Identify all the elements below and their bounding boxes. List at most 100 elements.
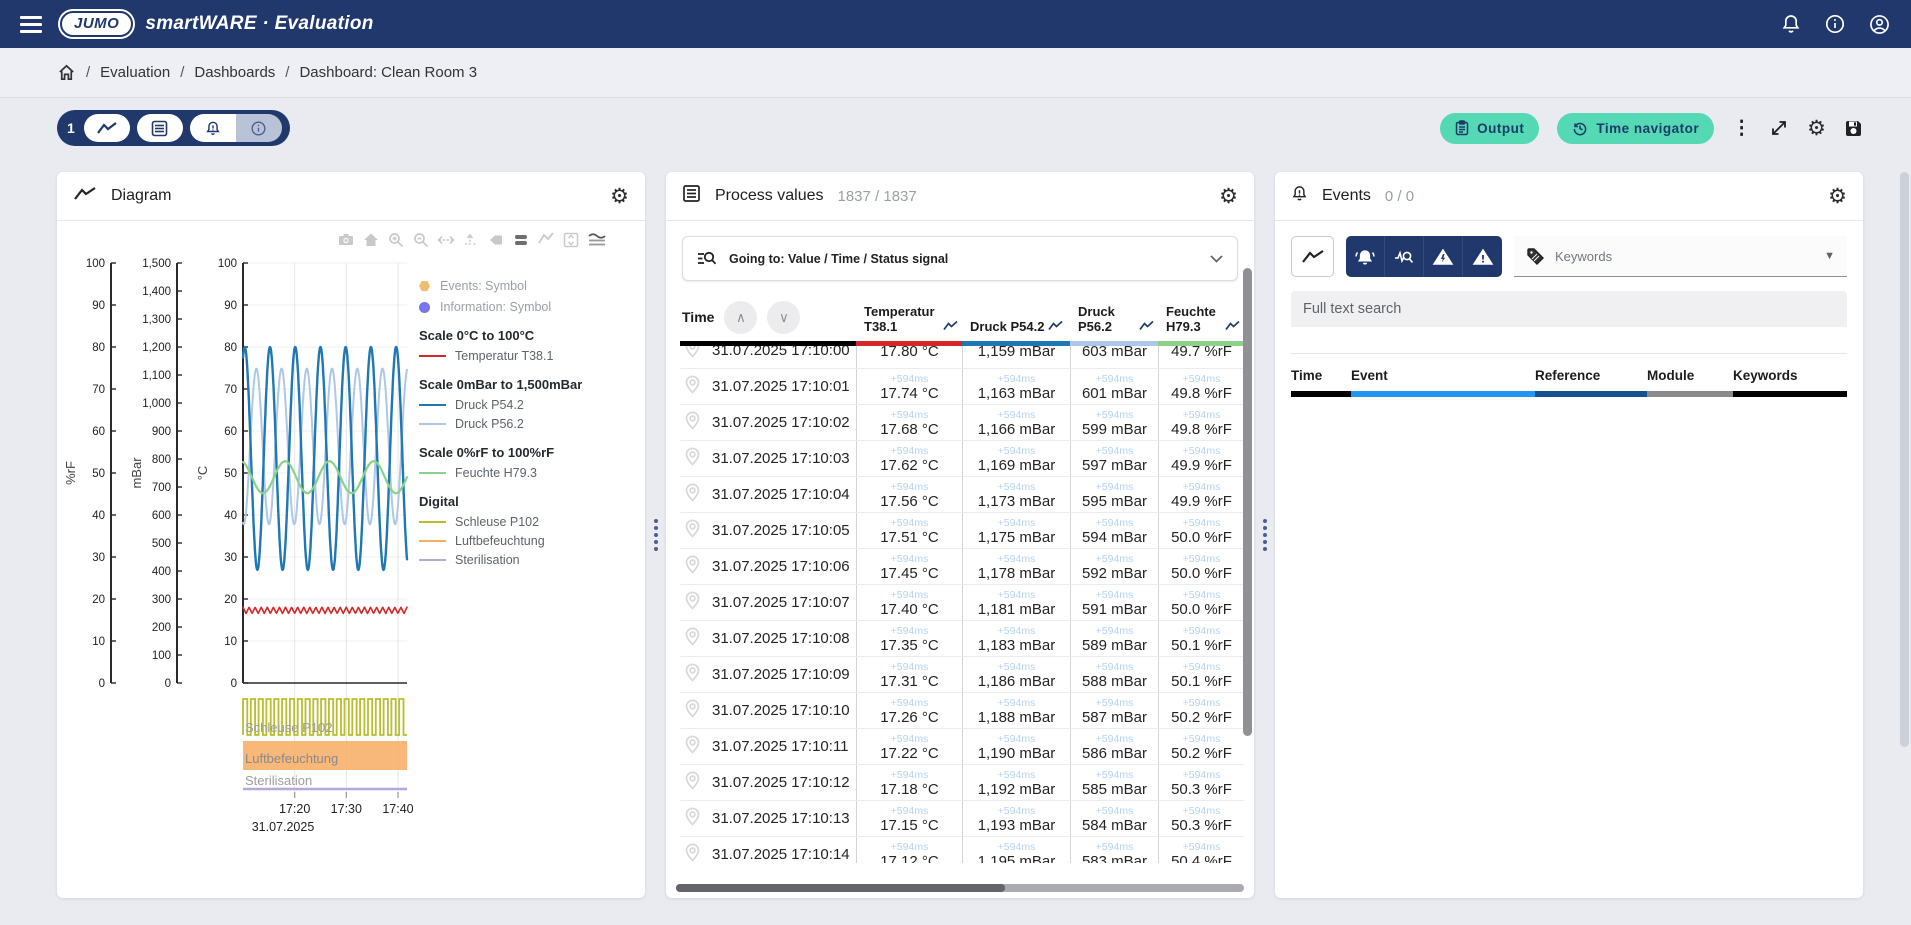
process-value-row[interactable]: 31.07.2025 17:10:0017.80 °C1,159 mBar603… (680, 346, 1244, 369)
process-value-row[interactable]: 31.07.2025 17:10:05+594ms17.51 °C+594ms1… (680, 513, 1244, 549)
location-pin-icon[interactable] (682, 626, 703, 651)
breadcrumb-evaluation[interactable]: Evaluation (100, 64, 170, 81)
line-mode-icon[interactable] (537, 231, 555, 249)
column-header-druck-p54-2[interactable]: Druck P54.2 (962, 295, 1070, 341)
toggle-diagram-widget-button[interactable] (84, 114, 130, 142)
account-icon[interactable] (1868, 13, 1891, 36)
diagram-chart-svg[interactable]: 0102030405060708090100%rF010020030040050… (63, 251, 413, 851)
legend-symbol-item[interactable]: Events: Symbol (419, 279, 621, 293)
menu-icon[interactable] (20, 16, 42, 33)
diagram-settings-icon[interactable]: ⚙ (610, 186, 629, 207)
pan-icon[interactable] (462, 231, 480, 249)
events-column-header-time[interactable]: Time (1291, 368, 1351, 383)
process-value: 1,181 mBar (978, 603, 1056, 616)
column-header-temperatur-t38-1[interactable]: Temperatur T38.1 (856, 295, 962, 341)
location-pin-icon[interactable] (682, 518, 703, 543)
process-value-row[interactable]: 31.07.2025 17:10:03+594ms17.62 °C+594ms1… (680, 441, 1244, 477)
location-pin-icon[interactable] (682, 374, 703, 399)
more-options-icon[interactable]: ⋮ (1732, 119, 1751, 138)
process-value-row[interactable]: 31.07.2025 17:10:06+594ms17.45 °C+594ms1… (680, 549, 1244, 585)
save-icon[interactable] (1844, 119, 1863, 138)
keywords-select[interactable]: Keywords ▼ (1514, 236, 1847, 277)
events-settings-icon[interactable]: ⚙ (1828, 186, 1847, 207)
events-column-header-keywords[interactable]: Keywords (1733, 368, 1847, 383)
location-pin-icon[interactable] (682, 734, 703, 759)
home-icon[interactable] (57, 63, 76, 82)
sort-up-button[interactable]: ∧ (724, 301, 757, 334)
process-value-row[interactable]: 31.07.2025 17:10:07+594ms17.40 °C+594ms1… (680, 585, 1244, 621)
toggle-events-widget-button[interactable] (190, 114, 236, 142)
sort-down-button[interactable]: ∨ (767, 301, 800, 334)
reset-axes-icon[interactable] (362, 231, 380, 249)
column-header-feuchte-h79-3[interactable]: Feuchte H79.3 (1158, 295, 1244, 341)
location-pin-icon[interactable] (682, 346, 703, 363)
column-header-druck-p56-2[interactable]: Druck P56.2 (1070, 295, 1158, 341)
filter-alarms-button[interactable] (1346, 236, 1385, 277)
process-value-row[interactable]: 31.07.2025 17:10:14+594ms17.12 °C+594ms1… (680, 837, 1244, 863)
toggle-table-widget-button[interactable] (137, 114, 183, 142)
time-navigator-button[interactable]: Time navigator (1557, 113, 1714, 144)
location-pin-icon[interactable] (682, 446, 703, 471)
process-values-settings-icon[interactable]: ⚙ (1219, 186, 1238, 207)
zoom-in-icon[interactable] (387, 231, 405, 249)
legend-series-item[interactable]: Luftbefeuchtung (419, 534, 621, 548)
location-pin-icon[interactable] (682, 770, 703, 795)
legend-series-item[interactable]: Feuchte H79.3 (419, 466, 621, 480)
events-column-header-event[interactable]: Event (1351, 368, 1535, 383)
jumo-logo[interactable]: JUMO (60, 11, 133, 37)
toggle-info-widget-button[interactable] (236, 114, 282, 142)
location-pin-icon[interactable] (682, 806, 703, 831)
autoscale-icon[interactable] (437, 231, 455, 249)
process-values-search-select[interactable]: Going to: Value / Time / Status signal (682, 236, 1238, 281)
output-button[interactable]: Output (1440, 113, 1539, 144)
process-value-row[interactable]: 31.07.2025 17:10:13+594ms17.15 °C+594ms1… (680, 801, 1244, 837)
location-pin-icon[interactable] (682, 698, 703, 723)
process-value-row[interactable]: 31.07.2025 17:10:01+594ms17.74 °C+594ms1… (680, 369, 1244, 405)
events-column-header-module[interactable]: Module (1647, 368, 1733, 383)
legend-series-item[interactable]: Sterilisation (419, 553, 621, 567)
snapshot-icon[interactable] (337, 231, 355, 249)
events-column-header-reference[interactable]: Reference (1535, 368, 1647, 383)
location-pin-icon[interactable] (682, 482, 703, 507)
svg-text:17:40: 17:40 (382, 802, 413, 816)
panel-resize-handle[interactable] (654, 519, 658, 551)
legend-series-item[interactable]: Druck P54.2 (419, 398, 621, 412)
process-value-row[interactable]: 31.07.2025 17:10:04+594ms17.56 °C+594ms1… (680, 477, 1244, 513)
location-pin-icon[interactable] (682, 590, 703, 615)
location-pin-icon[interactable] (682, 410, 703, 435)
legend-series-item[interactable]: Druck P56.2 (419, 417, 621, 431)
compare-mode-icon[interactable] (512, 231, 530, 249)
column-header-time[interactable]: Time∧∨ (680, 295, 856, 341)
zoom-out-icon[interactable] (412, 231, 430, 249)
location-pin-icon[interactable] (682, 662, 703, 687)
process-value-row[interactable]: 31.07.2025 17:10:09+594ms17.31 °C+594ms1… (680, 657, 1244, 693)
process-value-row[interactable]: 31.07.2025 17:10:08+594ms17.35 °C+594ms1… (680, 621, 1244, 657)
filter-warnings-button[interactable] (1463, 236, 1502, 277)
process-value-row[interactable]: 31.07.2025 17:10:12+594ms17.18 °C+594ms1… (680, 765, 1244, 801)
notifications-icon[interactable] (1780, 13, 1802, 35)
dashboard-settings-icon[interactable]: ⚙ (1807, 118, 1826, 139)
process-value-row[interactable]: 31.07.2025 17:10:02+594ms17.68 °C+594ms1… (680, 405, 1244, 441)
legend-series-item[interactable]: Schleuse P102 (419, 515, 621, 529)
panel-resize-handle[interactable] (1263, 519, 1267, 551)
horizontal-scrollbar[interactable] (676, 884, 1244, 892)
process-value-row[interactable]: 31.07.2025 17:10:10+594ms17.26 °C+594ms1… (680, 693, 1244, 729)
process-value-row[interactable]: 31.07.2025 17:10:11+594ms17.22 °C+594ms1… (680, 729, 1244, 765)
page-scrollbar[interactable] (1900, 172, 1909, 747)
legend-series-item[interactable]: Temperatur T38.1 (419, 349, 621, 363)
filter-power-events-button[interactable] (1424, 236, 1463, 277)
breadcrumb-dashboards[interactable]: Dashboards (194, 64, 275, 81)
location-pin-icon[interactable] (682, 842, 703, 863)
filter-analysis-button[interactable] (1385, 236, 1424, 277)
legend-symbol-item[interactable]: Information: Symbol (419, 300, 621, 314)
info-icon[interactable] (1824, 13, 1846, 35)
fullscreen-icon[interactable] (1769, 118, 1789, 138)
label-mode-icon[interactable] (487, 231, 505, 249)
vertical-scrollbar[interactable] (1243, 268, 1252, 736)
spikeline-icon[interactable] (562, 231, 580, 249)
events-chart-filter-button[interactable] (1291, 236, 1334, 277)
stacked-waves-icon[interactable] (587, 231, 607, 249)
location-pin-icon[interactable] (682, 554, 703, 579)
events-fulltext-search-input[interactable]: Full text search (1291, 291, 1847, 327)
svg-text:100: 100 (86, 258, 105, 270)
